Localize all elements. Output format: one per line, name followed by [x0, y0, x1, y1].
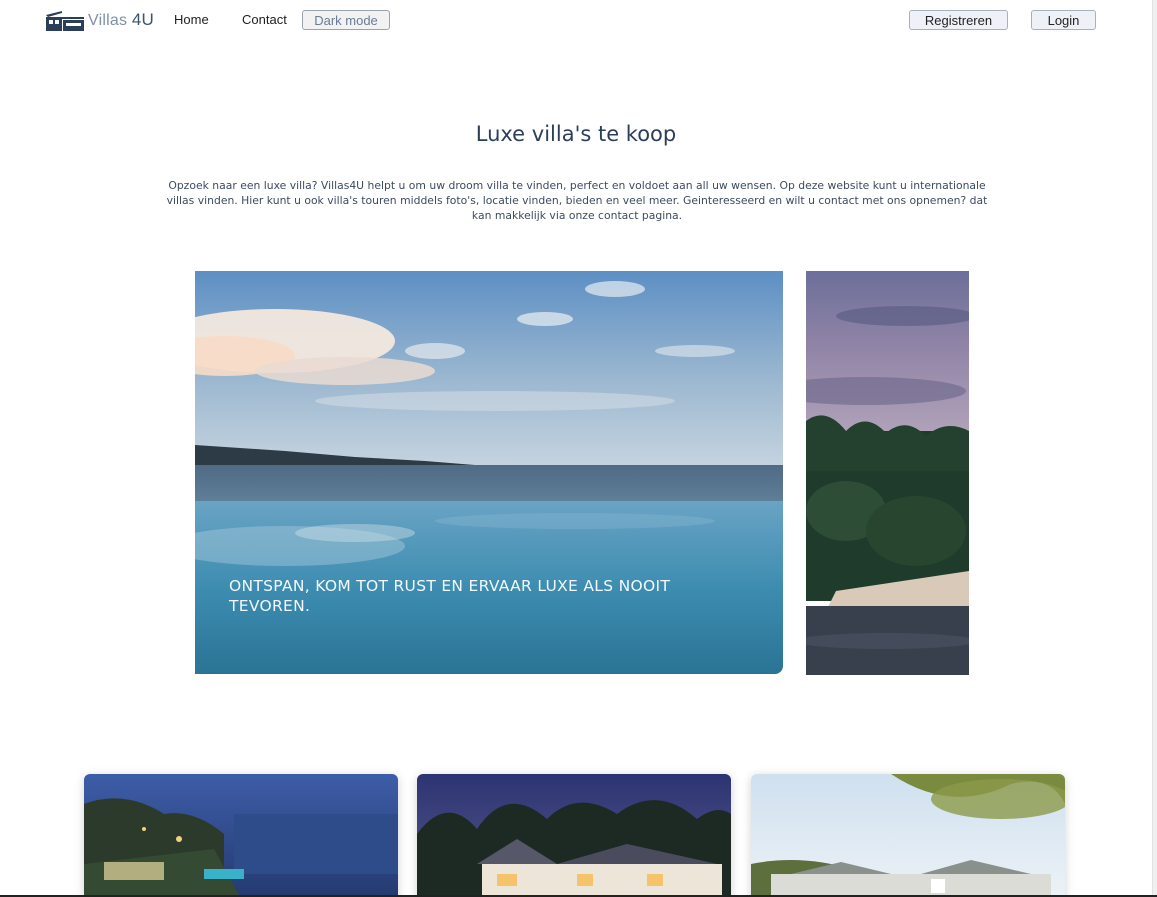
brand-name: Villas 4U — [88, 10, 154, 29]
carousel-caption: ONTSPAN, KOM TOT RUST EN ERVAAR LUXE ALS… — [229, 577, 671, 615]
villa-card[interactable] — [751, 774, 1065, 897]
dark-mode-button[interactable]: Dark mode — [302, 10, 390, 30]
brand-logo[interactable]: Villas 4U — [46, 9, 154, 31]
villa-night-coast-image — [84, 774, 398, 897]
villa-olive-tree-image — [751, 774, 1065, 897]
nav-link-home[interactable]: Home — [174, 12, 209, 27]
intro-paragraph: Opzoek naar een luxe villa? Villas4U hel… — [166, 179, 988, 222]
top-navigation: Villas 4U Home Contact Dark mode Registr… — [0, 0, 1157, 40]
villa-card[interactable] — [84, 774, 398, 897]
brand-suffix: 4U — [131, 10, 154, 29]
villa-forest-dusk-image — [417, 774, 731, 897]
carousel-slide-next[interactable] — [806, 271, 969, 675]
page-scrollbar[interactable] — [1152, 0, 1157, 897]
carousel-slide-active[interactable]: ONTSPAN, KOM TOT RUST EN ERVAAR LUXE ALS… — [195, 271, 783, 674]
nav-link-contact[interactable]: Contact — [242, 12, 287, 27]
tropical-beach-image — [806, 271, 969, 675]
login-button[interactable]: Login — [1031, 10, 1096, 30]
villa-card[interactable] — [417, 774, 731, 897]
page-title: Luxe villa's te koop — [475, 122, 677, 146]
house-logo-icon — [46, 9, 84, 31]
register-button[interactable]: Registreren — [909, 10, 1008, 30]
